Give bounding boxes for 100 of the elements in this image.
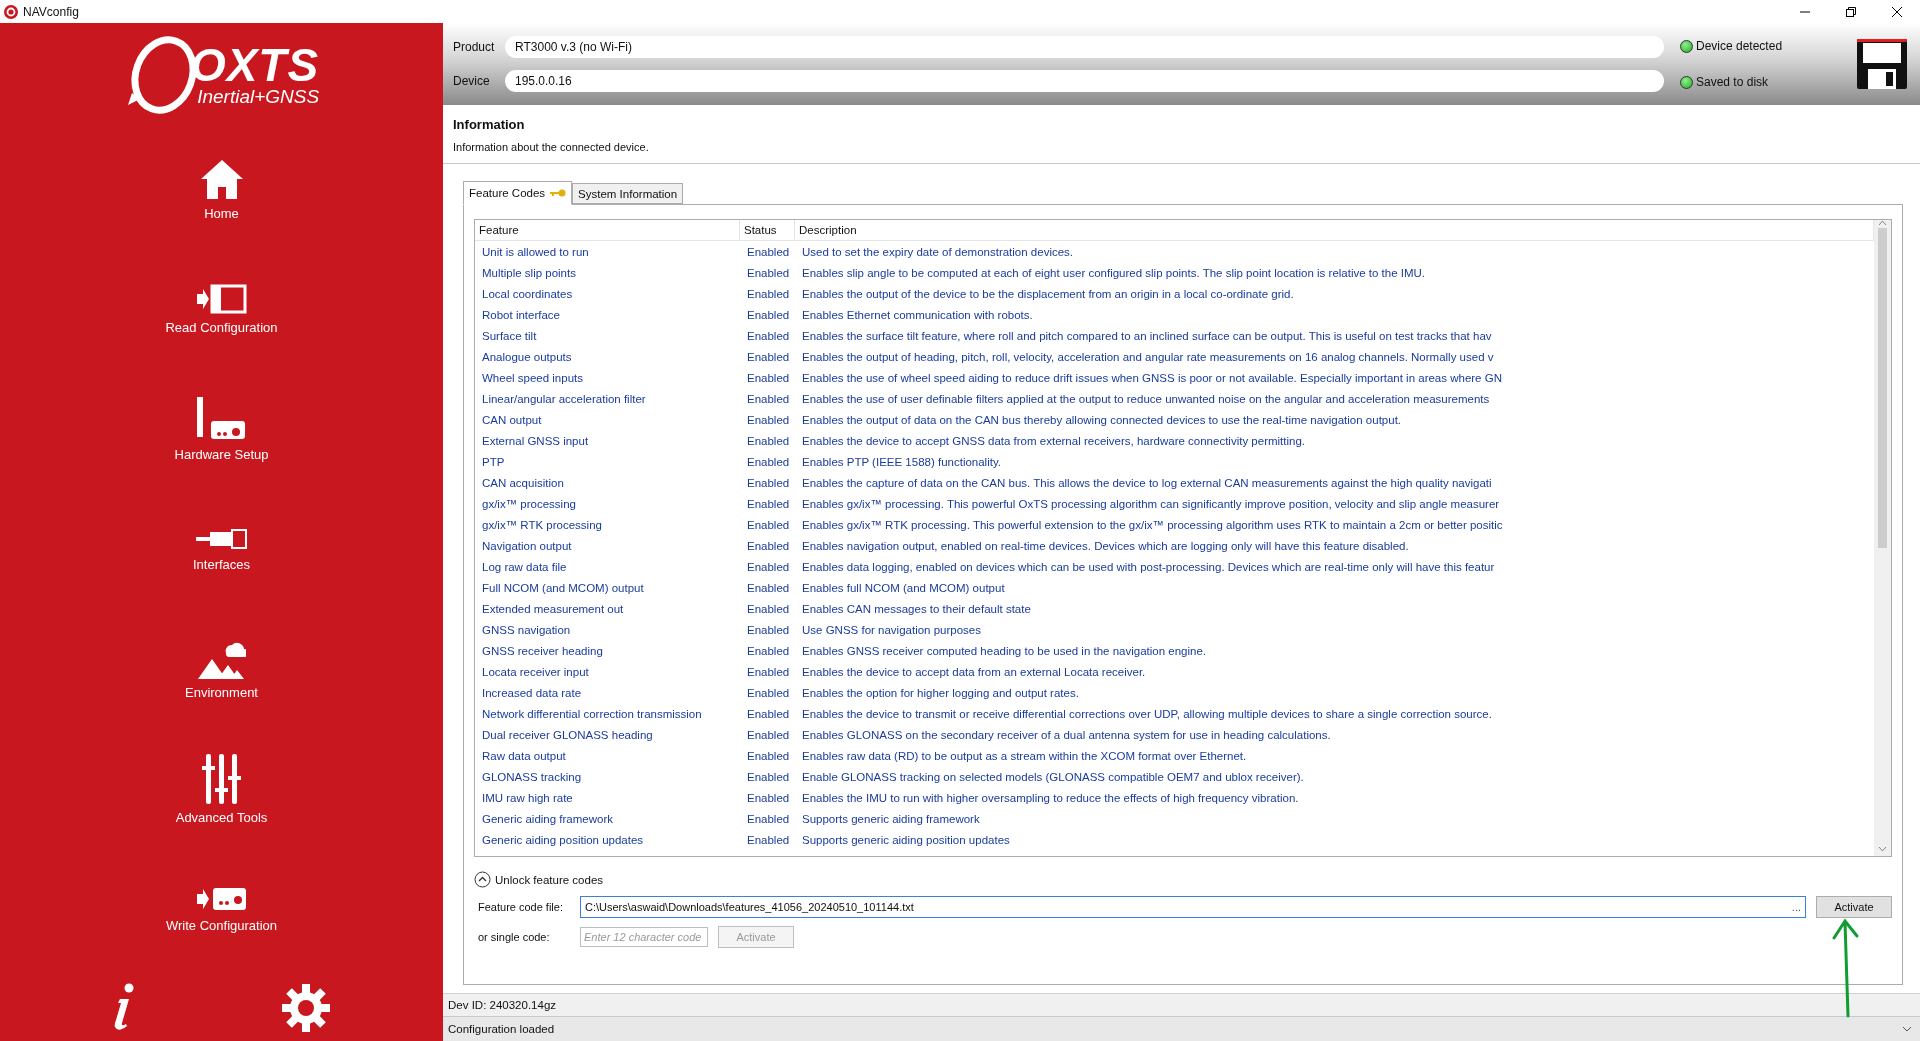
table-cell-text: Enabled bbox=[746, 329, 791, 342]
logo-tagline: Inertial+GNSS bbox=[197, 87, 320, 107]
table-cell-text: Enabled bbox=[746, 623, 791, 636]
code-input-field[interactable]: Enter 12 character code bbox=[580, 927, 708, 947]
device-id-text: Dev ID: 240320.14gz bbox=[448, 999, 558, 1011]
save-icon[interactable] bbox=[1856, 38, 1908, 90]
sliders-icon bbox=[200, 753, 243, 804]
app-icon bbox=[4, 4, 18, 19]
table-cell-text: Enabled bbox=[746, 644, 791, 657]
status-label: Saved to disk bbox=[1696, 75, 1769, 89]
table-cell-text: PTP bbox=[481, 455, 506, 468]
table-cell-text: Robot interface bbox=[481, 308, 561, 321]
settings-icon[interactable] bbox=[280, 983, 331, 1033]
table-cell-text: gx/ix™ RTK processing bbox=[481, 518, 603, 531]
table-cell-text: Unit is allowed to run bbox=[481, 245, 590, 258]
table-cell-text: Network differential correction transmission bbox=[481, 707, 703, 720]
table-cell-text: Enabled bbox=[746, 812, 791, 825]
nav-item[interactable]: Hardware Setup bbox=[71, 369, 372, 489]
table-cell-text: Enables full NCOM (and MCOM) output bbox=[801, 581, 1006, 594]
nav-item[interactable]: Home bbox=[71, 129, 372, 249]
table-cell-text: Enables GLONASS on the secondary receiver of a dual antenna system for use in heading calculations. bbox=[801, 728, 1332, 741]
table-cell-text: IMU raw high rate bbox=[481, 791, 574, 804]
table-cell-text: Enables GNSS receiver computed heading to be used in the navigation engine. bbox=[801, 644, 1208, 657]
table-cell-text: CAN output bbox=[481, 413, 543, 426]
table-cell-text: Dual receiver GLONASS heading bbox=[481, 728, 654, 741]
table-cell-text: Enables raw data (RD) to be output as a stream within the XCOM format over Ethernet. bbox=[801, 749, 1248, 762]
collapse-icon[interactable] bbox=[474, 871, 491, 888]
table-cell-text: CAN acquisition bbox=[481, 476, 565, 489]
field-label: Feature code file: bbox=[478, 901, 564, 913]
page-subtitle: Information about the connected device. bbox=[453, 141, 650, 153]
table-cell-text: Enables the device to accept GNSS data from external receivers, hardware connectivity permitting. bbox=[801, 434, 1307, 447]
table-cell-text: Enabled bbox=[746, 497, 791, 510]
column-header[interactable]: Status bbox=[740, 220, 795, 240]
table-cell-text: Raw data output bbox=[481, 749, 567, 762]
field-label: or single code: bbox=[478, 931, 551, 943]
nav-item[interactable]: Environment bbox=[71, 609, 372, 729]
table-cell-text: Enables CAN messages to their default state bbox=[801, 602, 1032, 615]
table-cell-text: Enabled bbox=[746, 749, 791, 762]
nav-item[interactable]: Write Configuration bbox=[71, 849, 372, 969]
table-cell-text: Enabled bbox=[746, 665, 791, 678]
table-cell-text: Enabled bbox=[746, 770, 791, 783]
tab[interactable]: System Information bbox=[572, 183, 684, 204]
status-label: Device detected bbox=[1696, 39, 1783, 53]
table-cell-text: Enables data logging, enabled on devices which can be used with post-processing. Devices which are real-time only will have this featur bbox=[801, 560, 1496, 573]
table-cell-text: Linear/angular acceleration filter bbox=[481, 392, 647, 405]
table-cell-text: Multiple slip points bbox=[481, 266, 577, 279]
table-cell-text: gx/ix™ processing bbox=[481, 497, 577, 510]
table-cell-text: Enables the IMU to run with higher oversampling to reduce the effects of high frequency vibration. bbox=[801, 791, 1300, 804]
table-cell-text: External GNSS input bbox=[481, 434, 590, 447]
table-cell-text: Local coordinates bbox=[481, 287, 574, 300]
table-cell-text: Enables PTP (IEEE 1588) functionality. bbox=[801, 455, 1002, 468]
restore-icon[interactable] bbox=[1846, 6, 1856, 17]
table-cell-text: Enabled bbox=[746, 686, 791, 699]
table-cell-text: Enabled bbox=[746, 245, 791, 258]
table-cell-text: Enabled bbox=[746, 434, 791, 447]
window-title: NAVconfig bbox=[23, 4, 79, 19]
nav-item[interactable]: Advanced Tools bbox=[71, 729, 372, 849]
table-cell-text: Supports generic aiding framework bbox=[801, 812, 981, 825]
table-cell-text: Enables gx/ix™ processing. This powerful OxTS processing algorithm can significantly improve position, velocity and slip angle measurer bbox=[801, 497, 1501, 510]
table-cell-text: Enabled bbox=[746, 350, 791, 363]
nav-item[interactable]: Read Configuration bbox=[71, 249, 372, 369]
table-cell-text: Enabled bbox=[746, 728, 791, 741]
table-cell-text: Enable GLONASS tracking on selected models (GLONASS compatible OEM7 and ublox receiver). bbox=[801, 770, 1305, 783]
table-cell-text: Enables the output of data on the CAN bus thereby allowing connected devices to use the real-time navigation output. bbox=[801, 413, 1403, 426]
field-label: Device bbox=[453, 74, 491, 88]
key-icon bbox=[550, 189, 567, 197]
chevron-down-icon[interactable] bbox=[1902, 1026, 1912, 1032]
close-icon[interactable] bbox=[1892, 6, 1902, 17]
table-cell-text: Log raw data file bbox=[481, 560, 568, 573]
tab[interactable]: Feature Codes bbox=[463, 181, 573, 205]
file-path-field[interactable]: C:\Users\aswaid\Downloads\features_41056_20240510_101144.txt ... bbox=[580, 896, 1806, 918]
table-cell-text: Surface tilt bbox=[481, 329, 538, 342]
table-cell-text: Enabled bbox=[746, 392, 791, 405]
table-cell-text: Enabled bbox=[746, 266, 791, 279]
table-cell-text: Navigation output bbox=[481, 539, 573, 552]
table-cell-text: Enables the surface tilt feature, where roll and pitch compared to an inclined surface can be output. This is useful on test tracks that hav bbox=[801, 329, 1493, 342]
table-cell-text: Enables the output of the device to be the displacement from an origin in a local co-ordinate grid. bbox=[801, 287, 1295, 300]
activate-button[interactable]: Activate bbox=[1816, 896, 1892, 918]
table-cell-text: Enabled bbox=[746, 539, 791, 552]
table-cell-text: Enables the device to transmit or receive differential corrections over UDP, allowing multiple devices to share a single correction source. bbox=[801, 707, 1493, 720]
table-cell-text: Enabled bbox=[746, 707, 791, 720]
table-cell-text: GNSS navigation bbox=[481, 623, 572, 636]
table-cell-text: Enables the use of wheel speed aiding to reduce drift issues when GNSS is poor or not available. Especially important in areas where GN bbox=[801, 371, 1503, 384]
table-cell-text: Supports generic aiding position updates bbox=[801, 833, 1011, 846]
ruler-device-icon bbox=[196, 396, 247, 441]
table-cell-text: Enables gx/ix™ RTK processing. This powerful extension to the gx/ix™ processing algorithm uses RTK to maintain a 2cm or better positic bbox=[801, 518, 1504, 531]
table-cell-text: Enables the use of user definable filters applied at the output to reduce unwanted noise on the angular and acceleration measurements bbox=[801, 392, 1491, 405]
table-cell-text: Enabled bbox=[746, 308, 791, 321]
table-cell-text: Enabled bbox=[746, 581, 791, 594]
table-cell-text: Enables slip angle to be computed at each of eight user configured slip points. The slip point location is relative to the IMU. bbox=[801, 266, 1427, 279]
table-cell-text: GLONASS tracking bbox=[481, 770, 583, 783]
logo-wordmark: OXTS bbox=[189, 43, 320, 87]
table-cell-text: Enables the device to accept data from an external Locata receiver. bbox=[801, 665, 1147, 678]
scroll-bar[interactable] bbox=[1874, 220, 1891, 856]
column-header[interactable]: Feature bbox=[475, 220, 740, 240]
nav-item[interactable]: Interfaces bbox=[71, 489, 372, 609]
table-cell-text: Enabled bbox=[746, 602, 791, 615]
table-cell-text: Analogue outputs bbox=[481, 350, 573, 363]
status-bar: Configuration loaded bbox=[443, 1016, 1920, 1041]
table-cell-text: Used to set the expiry date of demonstration devices. bbox=[801, 245, 1075, 258]
